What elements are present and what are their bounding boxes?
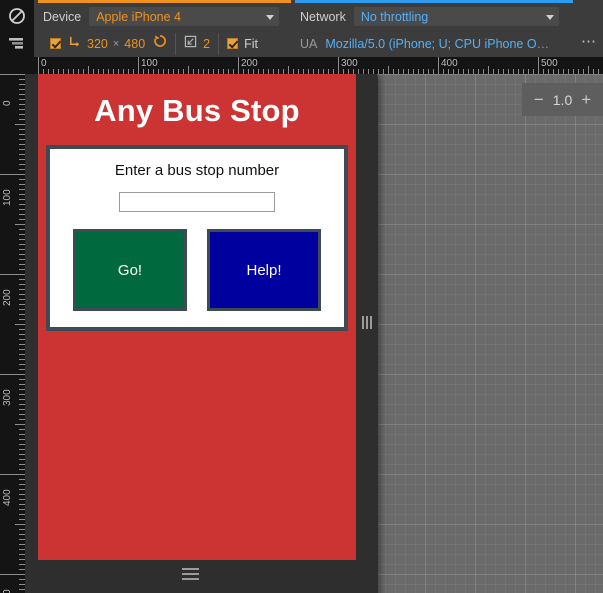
device-select-row: Device Apple iPhone 4: [38, 3, 291, 30]
horizontal-ruler: 0 100 200 300 400 500: [25, 57, 603, 74]
block-icon[interactable]: [8, 7, 26, 25]
action-buttons-row: Go! Help!: [60, 229, 334, 311]
ruler-tick: [0, 174, 25, 175]
page-title: Any Bus Stop: [94, 93, 300, 128]
ruler-tick: [15, 224, 25, 225]
ruler-tick: [0, 374, 25, 375]
input-row: [60, 192, 334, 212]
bus-stop-number-input[interactable]: [119, 192, 275, 212]
ruler-tick: [88, 66, 89, 74]
zoom-in-button[interactable]: +: [581, 91, 591, 108]
ruler-tick: [0, 474, 25, 475]
network-select-value: No throttling: [360, 9, 429, 24]
device-toolbar: Device Apple iPhone 4 320 × 480 2 Fit Ne…: [0, 0, 603, 57]
ruler-tick: [188, 66, 189, 74]
bus-stop-card: Enter a bus stop number Go! Help!: [46, 145, 348, 331]
zoom-control: − 1.0 +: [522, 83, 603, 116]
ruler-tick: [588, 66, 589, 74]
ruler-tick: [0, 574, 25, 575]
throttling-icon[interactable]: [8, 34, 26, 52]
input-prompt-label: Enter a bus stop number: [114, 162, 280, 179]
fit-checkbox[interactable]: [227, 38, 239, 49]
ruler-tick: [0, 274, 25, 275]
device-dimensions-row: 320 × 480 2 Fit: [38, 30, 291, 57]
ruler-label: 400: [441, 58, 458, 69]
device-select-value: Apple iPhone 4: [96, 9, 182, 24]
ruler-tick: [0, 74, 25, 75]
ruler-label: 300: [2, 389, 13, 406]
network-label: Network: [300, 9, 346, 24]
ruler-label: 0: [2, 100, 13, 106]
ruler-tick: [538, 57, 539, 74]
device-width[interactable]: 320: [87, 37, 108, 51]
ruler-label: 500: [541, 58, 558, 69]
toolbar-divider-1: [175, 32, 177, 55]
ruler-label: 300: [341, 58, 358, 69]
ruler-tick: [388, 66, 389, 74]
ua-value[interactable]: Mozilla/5.0 (iPhone; U; CPU iPhone O…: [325, 37, 549, 51]
ruler-tick: [15, 424, 25, 425]
dimensions-checkbox[interactable]: [50, 38, 61, 49]
ruler-label: 200: [2, 289, 13, 306]
device-frame: Any Bus Stop Enter a bus stop number Go!…: [25, 74, 378, 593]
ruler-tick: [15, 524, 25, 525]
device-panel: Device Apple iPhone 4 320 × 480 2 Fit: [34, 0, 291, 57]
ua-label: UA: [300, 36, 318, 51]
zoom-out-button[interactable]: −: [534, 91, 544, 108]
ruler-tick: [238, 57, 239, 74]
device-pixel-ratio[interactable]: 2: [203, 37, 210, 51]
dpr-icon: [184, 35, 197, 53]
device-label: Device: [43, 9, 82, 24]
ruler-tick: [438, 57, 439, 74]
emulator-viewport[interactable]: Any Bus Stop Enter a bus stop number Go!…: [25, 74, 603, 593]
device-mode-emulator: Device Apple iPhone 4 320 × 480 2 Fit Ne…: [0, 0, 603, 593]
vertical-ruler: 0 100 200 300 400 500: [0, 74, 25, 593]
rotate-orientation-icon[interactable]: [68, 35, 81, 53]
chevron-down-icon: [266, 14, 275, 20]
ruler-tick: [338, 57, 339, 74]
help-button[interactable]: Help!: [207, 229, 321, 311]
dimension-separator: ×: [112, 37, 120, 50]
chevron-down-icon: [545, 14, 554, 20]
fit-label: Fit: [244, 36, 258, 51]
ruler-tick: [138, 57, 139, 74]
ruler-label: 400: [2, 489, 13, 506]
device-screen[interactable]: Any Bus Stop Enter a bus stop number Go!…: [38, 74, 356, 560]
device-select[interactable]: Apple iPhone 4: [89, 7, 280, 26]
ruler-tick: [15, 324, 25, 325]
more-options-panel: ⋯: [573, 0, 603, 57]
rotate-icon[interactable]: [153, 34, 167, 53]
network-panel: Network No throttling UA Mozilla/5.0 (iP…: [291, 0, 573, 57]
toolbar-gutter: [0, 0, 34, 57]
user-agent-row: UA Mozilla/5.0 (iPhone; U; CPU iPhone O…: [295, 30, 573, 57]
ruler-corner: [0, 57, 25, 74]
device-height[interactable]: 480: [124, 37, 145, 51]
network-select-row: Network No throttling: [295, 3, 573, 30]
zoom-level-value: 1.0: [552, 91, 573, 108]
ruler-tick: [288, 66, 289, 74]
toolbar-divider-2: [218, 32, 220, 55]
ruler-tick: [38, 57, 39, 74]
ruler-tick: [15, 124, 25, 125]
more-options-button[interactable]: ⋯: [581, 32, 598, 50]
ruler-label: 0: [41, 58, 47, 69]
ruler-tick: [488, 66, 489, 74]
ruler-label: 100: [2, 189, 13, 206]
ruler-label: 100: [141, 58, 158, 69]
network-select[interactable]: No throttling: [353, 7, 559, 26]
resize-handle-vertical-icon[interactable]: [358, 306, 376, 338]
go-button[interactable]: Go!: [73, 229, 187, 311]
resize-handle-horizontal-icon[interactable]: [169, 563, 211, 585]
ruler-label: 200: [241, 58, 258, 69]
ruler-label: 500: [2, 589, 13, 593]
